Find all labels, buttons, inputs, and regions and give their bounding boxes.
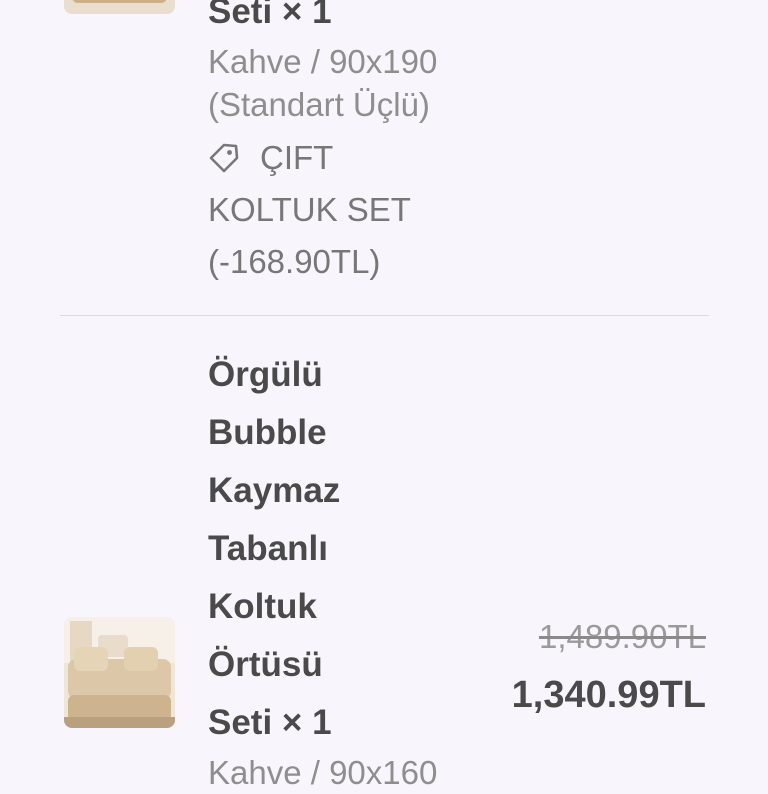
product-title[interactable]: Seti × 1 — [208, 0, 332, 41]
item-divider — [60, 315, 709, 316]
product-title[interactable]: Örgülü Bubble Kaymaz Tabanlı Koltuk Örtü… — [208, 346, 340, 752]
product-thumbnail[interactable] — [64, 617, 175, 728]
product-variant-line: Kahve / 90x190 — [208, 43, 438, 80]
product-title-line: Örtüsü — [208, 645, 323, 684]
product-title-line: Tabanlı — [208, 529, 328, 568]
product-variant-line: (Standart Üçlü) — [208, 86, 430, 123]
discount-line: KOLTUK SET — [208, 191, 411, 228]
tag-icon — [208, 137, 240, 173]
discount-amount: (-168.90TL) — [208, 243, 381, 280]
product-title-line: Seti × 1 — [208, 703, 332, 742]
discount-name: ÇIFT — [260, 139, 334, 176]
original-price: 1,489.90TL — [539, 618, 706, 655]
product-title-line: Koltuk — [208, 587, 317, 626]
product-variant: Kahve / 90x190 (Standart Üçlü) — [208, 40, 437, 126]
product-title-line: Örgülü — [208, 355, 323, 394]
product-variant-line: Kahve / 90x160 — [208, 754, 438, 791]
product-title-line: Seti × 1 — [208, 0, 332, 31]
sale-price: 1,340.99TL — [511, 674, 706, 716]
product-thumbnail[interactable] — [64, 0, 175, 14]
product-title-line: Kaymaz — [208, 471, 341, 510]
discount-line: ÇIFT — [208, 132, 411, 184]
product-title-line: Bubble — [208, 413, 327, 452]
discount-tag: ÇIFT KOLTUK SET (-168.90TL) — [208, 132, 411, 288]
product-variant: Kahve / 90x160 — [208, 751, 437, 794]
